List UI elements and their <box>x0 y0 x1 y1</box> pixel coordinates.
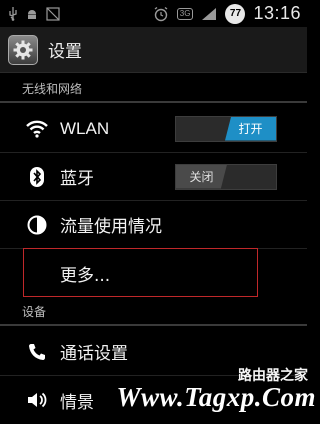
more-label: 更多... <box>60 261 110 286</box>
battery-icon: 77 <box>225 4 245 24</box>
settings-item-more[interactable]: 更多... <box>0 249 307 297</box>
watermark: Www.Tagxp.Com <box>116 382 316 413</box>
wifi-icon <box>25 117 49 141</box>
speaker-icon <box>25 388 49 412</box>
bluetooth-toggle[interactable]: 关闭 <box>175 164 277 190</box>
wlan-label: WLAN <box>60 119 109 139</box>
action-bar: 设置 <box>0 27 307 73</box>
status-time: 13:16 <box>253 3 301 24</box>
signal-icon <box>201 7 217 21</box>
section-header-wireless: 无线和网络 <box>0 75 307 103</box>
usb-icon <box>8 7 18 21</box>
sound-label: 情景 <box>60 388 94 413</box>
network-3g-icon: 3G <box>177 8 194 20</box>
wlan-toggle[interactable]: 打开 <box>175 116 277 142</box>
wlan-toggle-label: 打开 <box>225 117 276 141</box>
screenshot-icon <box>46 7 60 21</box>
bluetooth-icon <box>25 165 49 189</box>
status-bar-right: 3G 77 13:16 <box>153 3 301 24</box>
settings-gear-icon[interactable] <box>8 35 38 65</box>
bluetooth-label: 蓝牙 <box>60 164 94 189</box>
data-usage-label: 流量使用情况 <box>60 212 162 237</box>
settings-item-wlan[interactable]: WLAN 打开 <box>0 105 307 153</box>
page-title: 设置 <box>48 37 82 62</box>
status-bar-left <box>8 7 60 21</box>
call-settings-label: 通话设置 <box>60 339 128 364</box>
android-debug-icon <box>26 8 38 20</box>
phone-icon <box>25 340 49 364</box>
alarm-icon <box>153 6 169 22</box>
data-usage-icon <box>25 213 49 237</box>
bluetooth-toggle-label: 关闭 <box>176 165 227 189</box>
settings-item-bluetooth[interactable]: 蓝牙 关闭 <box>0 153 307 201</box>
section-header-device: 设备 <box>0 298 307 326</box>
settings-item-data-usage[interactable]: 流量使用情况 <box>0 201 307 249</box>
status-bar: 3G 77 13:16 <box>0 0 307 27</box>
